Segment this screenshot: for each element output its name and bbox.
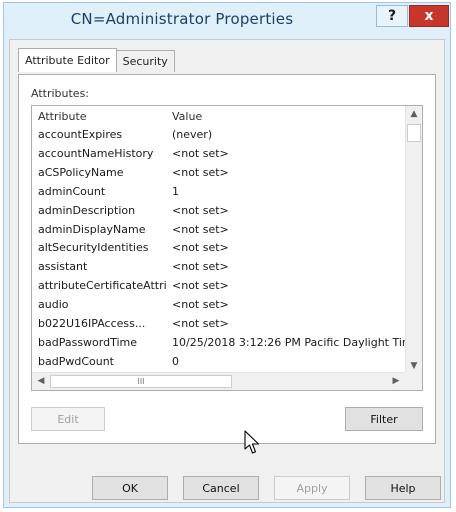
table-row[interactable]: audio <not set> [32,296,406,314]
table-row[interactable]: adminCount 1 [32,183,406,201]
vertical-scroll-thumb[interactable] [407,124,421,142]
cancel-button[interactable]: Cancel [183,476,259,500]
attribute-name-cell: badPasswordTime [38,335,138,349]
table-row[interactable]: attributeCertificateAttri... <not set> [32,277,406,295]
attribute-value-cell: 0 [172,354,179,368]
attribute-value-cell: <not set> [172,241,229,255]
scrollbar-corner [405,372,422,390]
attribute-value-cell: <not set> [172,222,229,236]
attribute-name-cell: adminDescription [38,203,136,217]
help-title-button[interactable]: ? [376,5,408,27]
attribute-name-cell: adminDisplayName [38,222,146,236]
scroll-up-arrow-icon[interactable]: ▲ [406,109,422,119]
title-bar[interactable]: CN=Administrator Properties ? x [4,3,450,39]
column-header-row: Attribute Value [32,108,406,126]
column-header-attribute[interactable]: Attribute [38,108,166,126]
close-button[interactable]: x [409,5,449,27]
attribute-value-cell: <not set> [172,260,229,274]
scroll-grip-icon: III [137,377,145,386]
attribute-value-cell: <not set> [172,298,229,312]
properties-dialog: CN=Administrator Properties ? x Attribut… [3,2,451,508]
table-row[interactable]: accountNameHistory <not set> [32,145,406,163]
ok-button[interactable]: OK [92,476,168,500]
attribute-name-cell: accountNameHistory [38,146,154,160]
attribute-value-cell: <not set> [172,317,229,330]
attribute-name-cell: adminCount [38,184,106,198]
attribute-name-cell: attributeCertificateAttri... [38,279,166,293]
window-title: CN=Administrator Properties [70,10,294,28]
help-button[interactable]: Help [365,476,441,500]
horizontal-scroll-thumb[interactable]: III [50,375,232,388]
attributes-label: Attributes: [31,87,90,100]
attribute-name-cell: accountExpires [38,128,123,141]
table-row[interactable]: aCSPolicyName <not set> [32,164,406,182]
attribute-value-cell: (never) [172,128,213,141]
attribute-name-cell: b022U16IPAccess... [38,317,146,330]
mouse-pointer-icon [244,430,260,454]
scroll-left-arrow-icon[interactable]: ◀ [33,376,49,386]
table-row[interactable]: assistant <not set> [32,258,406,276]
close-icon: x [424,8,434,24]
horizontal-scrollbar[interactable]: ◀ III ▶ [32,372,406,390]
attribute-value-cell: <not set> [172,203,229,217]
attribute-value-cell: 1 [172,184,179,198]
table-row[interactable]: altSecurityIdentities <not set> [32,239,406,257]
table-row[interactable]: accountExpires (never) [32,126,406,144]
table-row[interactable]: adminDescription <not set> [32,202,406,220]
table-row[interactable]: badPasswordTime 10/25/2018 3:12:26 PM Pac… [32,334,406,352]
attribute-value-cell: <not set> [172,146,229,160]
attributes-list-body: Attribute Value accountExpires (never) acc… [32,106,406,372]
attribute-editor-panel: Attributes: Attribute Value accountExpir… [18,74,436,444]
scroll-down-arrow-icon[interactable]: ▼ [406,361,422,371]
attribute-name-cell: audio [38,298,69,312]
filter-button[interactable]: Filter [345,407,423,431]
table-row[interactable]: badPwdCount 0 [32,353,406,371]
attribute-value-cell: <not set> [172,279,229,293]
dialog-content: Attribute Editor Security Attributes: At… [9,39,445,503]
scroll-right-arrow-icon[interactable]: ▶ [388,376,404,386]
apply-button[interactable]: Apply [274,476,350,500]
edit-button[interactable]: Edit [31,407,105,431]
attribute-name-cell: altSecurityIdentities [38,241,149,255]
attribute-value-cell: <not set> [172,165,229,179]
table-row[interactable]: adminDisplayName <not set> [32,221,406,239]
table-row[interactable]: b022U16IPAccess... <not set> [32,315,406,333]
column-header-value[interactable]: Value [172,108,406,126]
tab-security[interactable]: Security [115,50,175,72]
attributes-list[interactable]: Attribute Value accountExpires (never) acc… [31,105,423,391]
tab-attribute-editor[interactable]: Attribute Editor [18,48,117,72]
attribute-name-cell: badPwdCount [38,354,114,368]
tab-strip: Attribute Editor Security [18,48,175,74]
question-icon: ? [387,8,397,24]
vertical-scrollbar[interactable]: ▲ ▼ [405,106,422,374]
attribute-name-cell: aCSPolicyName [38,165,124,179]
attribute-value-cell: 10/25/2018 3:12:26 PM Pacific Daylight T… [172,335,406,349]
attribute-name-cell: assistant [38,260,88,274]
